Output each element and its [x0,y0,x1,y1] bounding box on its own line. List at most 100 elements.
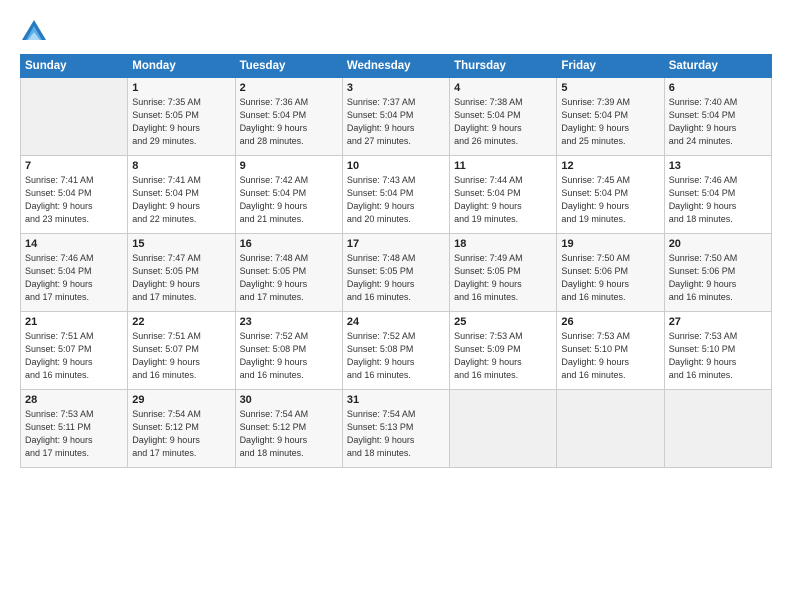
day-info: Sunrise: 7:53 AMSunset: 5:09 PMDaylight:… [454,330,552,382]
header-row: SundayMondayTuesdayWednesdayThursdayFrid… [21,55,772,78]
calendar-cell: 14 Sunrise: 7:46 AMSunset: 5:04 PMDayligh… [21,234,128,312]
day-info: Sunrise: 7:52 AMSunset: 5:08 PMDaylight:… [347,330,445,382]
day-info: Sunrise: 7:50 AMSunset: 5:06 PMDaylight:… [669,252,767,304]
day-info: Sunrise: 7:41 AMSunset: 5:04 PMDaylight:… [132,174,230,226]
day-number: 26 [561,316,659,328]
calendar-cell: 28 Sunrise: 7:53 AMSunset: 5:11 PMDayligh… [21,390,128,468]
day-header-tuesday: Tuesday [235,55,342,78]
day-info: Sunrise: 7:41 AMSunset: 5:04 PMDaylight:… [25,174,123,226]
day-info: Sunrise: 7:48 AMSunset: 5:05 PMDaylight:… [347,252,445,304]
day-number: 29 [132,394,230,406]
day-number: 31 [347,394,445,406]
day-info: Sunrise: 7:54 AMSunset: 5:13 PMDaylight:… [347,408,445,460]
logo-icon [20,18,48,46]
calendar-cell: 17 Sunrise: 7:48 AMSunset: 5:05 PMDayligh… [342,234,449,312]
day-info: Sunrise: 7:46 AMSunset: 5:04 PMDaylight:… [25,252,123,304]
calendar-cell: 15 Sunrise: 7:47 AMSunset: 5:05 PMDayligh… [128,234,235,312]
calendar-cell: 29 Sunrise: 7:54 AMSunset: 5:12 PMDayligh… [128,390,235,468]
calendar-cell [557,390,664,468]
day-info: Sunrise: 7:42 AMSunset: 5:04 PMDaylight:… [240,174,338,226]
calendar-cell: 3 Sunrise: 7:37 AMSunset: 5:04 PMDaylight… [342,78,449,156]
calendar-cell [450,390,557,468]
day-info: Sunrise: 7:53 AMSunset: 5:10 PMDaylight:… [669,330,767,382]
calendar-cell: 26 Sunrise: 7:53 AMSunset: 5:10 PMDayligh… [557,312,664,390]
day-info: Sunrise: 7:50 AMSunset: 5:06 PMDaylight:… [561,252,659,304]
calendar-cell: 13 Sunrise: 7:46 AMSunset: 5:04 PMDayligh… [664,156,771,234]
day-number: 19 [561,238,659,250]
day-number: 2 [240,82,338,94]
calendar-cell: 18 Sunrise: 7:49 AMSunset: 5:05 PMDayligh… [450,234,557,312]
calendar-cell: 7 Sunrise: 7:41 AMSunset: 5:04 PMDaylight… [21,156,128,234]
day-info: Sunrise: 7:47 AMSunset: 5:05 PMDaylight:… [132,252,230,304]
day-info: Sunrise: 7:46 AMSunset: 5:04 PMDaylight:… [669,174,767,226]
calendar-cell: 16Sunrise: 7:48 AMSunset: 5:05 PMDayligh… [235,234,342,312]
day-info: Sunrise: 7:49 AMSunset: 5:05 PMDaylight:… [454,252,552,304]
day-number: 4 [454,82,552,94]
calendar-table: SundayMondayTuesdayWednesdayThursdayFrid… [20,54,772,468]
day-number: 23 [240,316,338,328]
day-header-saturday: Saturday [664,55,771,78]
day-number: 18 [454,238,552,250]
calendar-cell: 12Sunrise: 7:45 AMSunset: 5:04 PMDayligh… [557,156,664,234]
day-number: 14 [25,238,123,250]
calendar-cell: 5Sunrise: 7:39 AMSunset: 5:04 PMDaylight… [557,78,664,156]
day-info: Sunrise: 7:54 AMSunset: 5:12 PMDaylight:… [132,408,230,460]
calendar-cell: 11 Sunrise: 7:44 AMSunset: 5:04 PMDayligh… [450,156,557,234]
day-info: Sunrise: 7:53 AMSunset: 5:10 PMDaylight:… [561,330,659,382]
day-number: 25 [454,316,552,328]
calendar-cell: 2Sunrise: 7:36 AMSunset: 5:04 PMDaylight… [235,78,342,156]
calendar-cell: 9 Sunrise: 7:42 AMSunset: 5:04 PMDaylight… [235,156,342,234]
day-info: Sunrise: 7:43 AMSunset: 5:04 PMDaylight:… [347,174,445,226]
calendar-cell [664,390,771,468]
day-number: 6 [669,82,767,94]
week-row-1: 1Sunrise: 7:35 AMSunset: 5:05 PMDaylight… [21,78,772,156]
logo [20,18,54,46]
calendar-cell: 8 Sunrise: 7:41 AMSunset: 5:04 PMDaylight… [128,156,235,234]
calendar-cell: 23 Sunrise: 7:52 AMSunset: 5:08 PMDayligh… [235,312,342,390]
day-number: 12 [561,160,659,172]
header [20,18,772,46]
day-number: 15 [132,238,230,250]
calendar-cell: 31 Sunrise: 7:54 AMSunset: 5:13 PMDayligh… [342,390,449,468]
calendar-cell: 22Sunrise: 7:51 AMSunset: 5:07 PMDayligh… [128,312,235,390]
day-header-monday: Monday [128,55,235,78]
day-header-wednesday: Wednesday [342,55,449,78]
calendar-cell: 30 Sunrise: 7:54 AMSunset: 5:12 PMDayligh… [235,390,342,468]
calendar-cell [21,78,128,156]
day-number: 28 [25,394,123,406]
calendar-cell: 20 Sunrise: 7:50 AMSunset: 5:06 PMDayligh… [664,234,771,312]
calendar-cell: 4Sunrise: 7:38 AMSunset: 5:04 PMDaylight… [450,78,557,156]
day-header-thursday: Thursday [450,55,557,78]
day-number: 30 [240,394,338,406]
day-number: 8 [132,160,230,172]
day-info: Sunrise: 7:44 AMSunset: 5:04 PMDaylight:… [454,174,552,226]
day-number: 21 [25,316,123,328]
day-number: 13 [669,160,767,172]
calendar-cell: 27 Sunrise: 7:53 AMSunset: 5:10 PMDayligh… [664,312,771,390]
day-info: Sunrise: 7:54 AMSunset: 5:12 PMDaylight:… [240,408,338,460]
day-number: 10 [347,160,445,172]
day-number: 3 [347,82,445,94]
day-info: Sunrise: 7:51 AMSunset: 5:07 PMDaylight:… [132,330,230,382]
day-info: Sunrise: 7:37 AMSunset: 5:04 PMDaylight:… [347,96,445,148]
calendar-cell: 21Sunrise: 7:51 AMSunset: 5:07 PMDayligh… [21,312,128,390]
day-number: 1 [132,82,230,94]
day-info: Sunrise: 7:52 AMSunset: 5:08 PMDaylight:… [240,330,338,382]
day-number: 20 [669,238,767,250]
day-number: 7 [25,160,123,172]
day-number: 9 [240,160,338,172]
day-number: 17 [347,238,445,250]
calendar-cell: 25 Sunrise: 7:53 AMSunset: 5:09 PMDayligh… [450,312,557,390]
day-info: Sunrise: 7:40 AMSunset: 5:04 PMDaylight:… [669,96,767,148]
day-info: Sunrise: 7:53 AMSunset: 5:11 PMDaylight:… [25,408,123,460]
week-row-5: 28 Sunrise: 7:53 AMSunset: 5:11 PMDayligh… [21,390,772,468]
day-number: 24 [347,316,445,328]
week-row-2: 7 Sunrise: 7:41 AMSunset: 5:04 PMDaylight… [21,156,772,234]
week-row-3: 14 Sunrise: 7:46 AMSunset: 5:04 PMDayligh… [21,234,772,312]
page: SundayMondayTuesdayWednesdayThursdayFrid… [0,0,792,612]
day-number: 11 [454,160,552,172]
day-number: 27 [669,316,767,328]
day-number: 5 [561,82,659,94]
calendar-cell: 19 Sunrise: 7:50 AMSunset: 5:06 PMDayligh… [557,234,664,312]
calendar-cell: 10 Sunrise: 7:43 AMSunset: 5:04 PMDayligh… [342,156,449,234]
